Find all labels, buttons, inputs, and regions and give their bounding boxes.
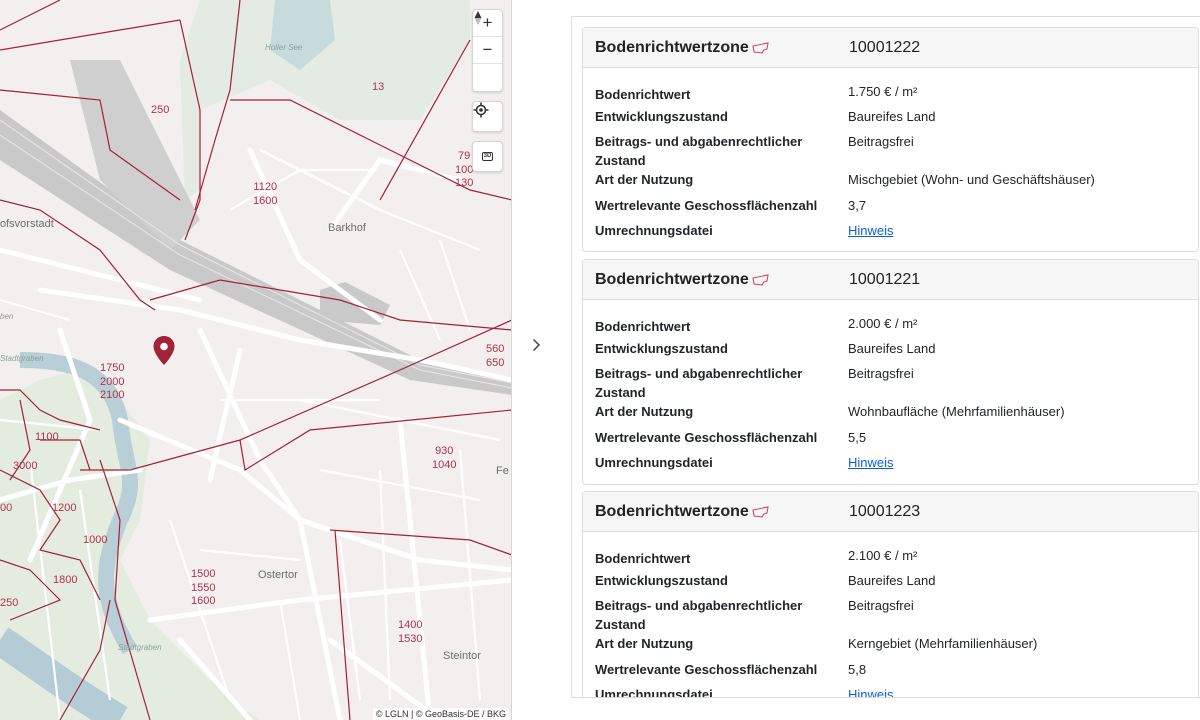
compass-button[interactable] (473, 11, 502, 91)
results-panel[interactable]: Bodenrichtwertzone 10001222 Bodenrichtwe… (571, 16, 1200, 698)
zone-value-label: 00 (0, 502, 13, 514)
row-value: Baureifes Land (848, 109, 936, 124)
row-label: Art der Nutzung (595, 636, 694, 651)
zoom-out-button[interactable]: − (473, 37, 502, 64)
row-label: Umrechnungsdatei (595, 455, 713, 470)
zone-value-label: 1750 2000 2100 (100, 362, 125, 401)
row-value: Baureifes Land (848, 573, 936, 588)
zone-value-label: 250 (151, 104, 170, 116)
hinweis-link[interactable]: Hinweis (848, 685, 894, 697)
row-value: 2.000 € / m² (848, 316, 918, 331)
row-value: Beitragsfrei (848, 598, 914, 613)
three-d-icon: 3D (481, 152, 494, 161)
zone-id: 10001221 (849, 271, 921, 288)
zone-card-title: Bodenrichtwertzone (595, 503, 749, 520)
row-value: Beitragsfrei (848, 134, 914, 149)
map-attribution: © LGLN | © GeoBasis-DE / BKG (372, 708, 509, 720)
row-label: Bodenrichtwert (595, 551, 691, 566)
zone-outline-icon[interactable] (751, 41, 771, 55)
place-label: ofsvorstadt (0, 218, 54, 230)
row-label: Entwicklungszustand (595, 573, 728, 588)
row-value: Baureifes Land (848, 341, 936, 356)
row-label: Beitrags- und abgabenrechtlicher Zustand (595, 134, 803, 168)
hinweis-link[interactable]: Hinweis (848, 453, 894, 472)
row-value: Beitragsfrei (848, 366, 914, 381)
zone-value-label: 1000 (83, 534, 108, 546)
zone-value-label: 1200 (52, 502, 77, 514)
zone-value-label: 79 100 130 (455, 150, 474, 189)
row-value: 3,7 (848, 198, 867, 213)
three-d-control: 3D (472, 141, 503, 172)
row-label: Wertrelevante Geschossflächenzahl (595, 662, 818, 677)
place-label: Barkhof (328, 222, 366, 234)
hinweis-link[interactable]: Hinweis (848, 221, 894, 240)
zone-card-header: Bodenrichtwertzone 10001223 (583, 492, 1198, 532)
zone-value-label: 1100 (35, 431, 59, 443)
row-label: Beitrags- und abgabenrechtlicher Zustand (595, 598, 803, 632)
zone-value-label: 250 (0, 597, 19, 609)
zone-value-label: 1800 (53, 574, 78, 586)
row-value: 1.750 € / m² (848, 84, 918, 99)
locate-icon (473, 102, 489, 118)
zone-card-header: Bodenrichtwertzone 10001222 (583, 28, 1198, 68)
row-label: Entwicklungszustand (595, 341, 728, 356)
water-label: ben (0, 312, 14, 321)
location-marker-icon[interactable] (152, 335, 176, 367)
row-value: Kerngebiet (Mehrfamilienhäuser) (848, 636, 1038, 651)
row-label: Bodenrichtwert (595, 319, 691, 334)
row-label: Entwicklungszustand (595, 109, 728, 124)
row-value: 5,8 (848, 662, 867, 677)
map-view[interactable]: 250 13 79 100 130 1120 1600 560 650 1750… (0, 0, 512, 720)
row-label: Wertrelevante Geschossflächenzahl (595, 430, 818, 445)
zone-card-title: Bodenrichtwertzone (595, 271, 749, 288)
three-d-button[interactable]: 3D (473, 142, 502, 171)
geolocate-control (472, 101, 503, 132)
row-value: Wohnbaufläche (Mehrfamilienhäuser) (848, 404, 1065, 419)
row-label: Umrechnungsdatei (595, 223, 713, 238)
zone-value-label: 930 1040 (432, 445, 457, 471)
row-label: Umrechnungsdatei (595, 687, 713, 698)
zoom-controls: + − (472, 9, 503, 92)
zone-card-title: Bodenrichtwertzone (595, 39, 749, 56)
zone-card: Bodenrichtwertzone 10001223 Bodenrichtwe… (582, 491, 1199, 698)
place-label: Fe (496, 465, 509, 477)
zone-value-label: 1400 1530 (398, 619, 423, 645)
zone-card: Bodenrichtwertzone 10001222 Bodenrichtwe… (582, 27, 1199, 252)
row-label: Bodenrichtwert (595, 87, 691, 102)
compass-icon (474, 11, 482, 25)
zone-card: Bodenrichtwertzone 10001221 Bodenrichtwe… (582, 259, 1199, 485)
zone-id: 10001222 (849, 39, 921, 56)
zone-id: 10001223 (849, 503, 921, 520)
row-label: Beitrags- und abgabenrechtlicher Zustand (595, 366, 803, 400)
row-value: Mischgebiet (Wohn- und Geschäftshäuser) (848, 172, 1095, 187)
zone-value-label: 13 (372, 81, 385, 93)
row-label: Wertrelevante Geschossflächenzahl (595, 198, 818, 213)
zone-outline-icon[interactable] (751, 273, 771, 287)
row-label: Art der Nutzung (595, 172, 694, 187)
row-value: 5,5 (848, 430, 867, 445)
zone-value-label: 560 650 (486, 343, 505, 369)
water-label: Stadtgraben (0, 354, 44, 363)
place-label: Steintor (443, 650, 481, 662)
collapse-panel-button[interactable] (527, 334, 545, 356)
zone-card-header: Bodenrichtwertzone 10001221 (583, 260, 1198, 300)
zone-outline-icon[interactable] (751, 505, 771, 519)
chevron-right-icon (532, 338, 541, 352)
map-canvas (0, 0, 511, 720)
row-label: Art der Nutzung (595, 404, 694, 419)
place-label: Ostertor (258, 569, 298, 581)
zone-value-label: 1500 1550 1600 (191, 568, 216, 607)
row-value: 2.100 € / m² (848, 548, 918, 563)
zone-value-label: 1120 1600 (253, 181, 278, 207)
geolocate-button[interactable] (473, 102, 502, 131)
water-label: Stadtgraben (118, 643, 162, 652)
water-label: Holler See (265, 43, 303, 52)
zone-value-label: 3000 (13, 460, 38, 472)
